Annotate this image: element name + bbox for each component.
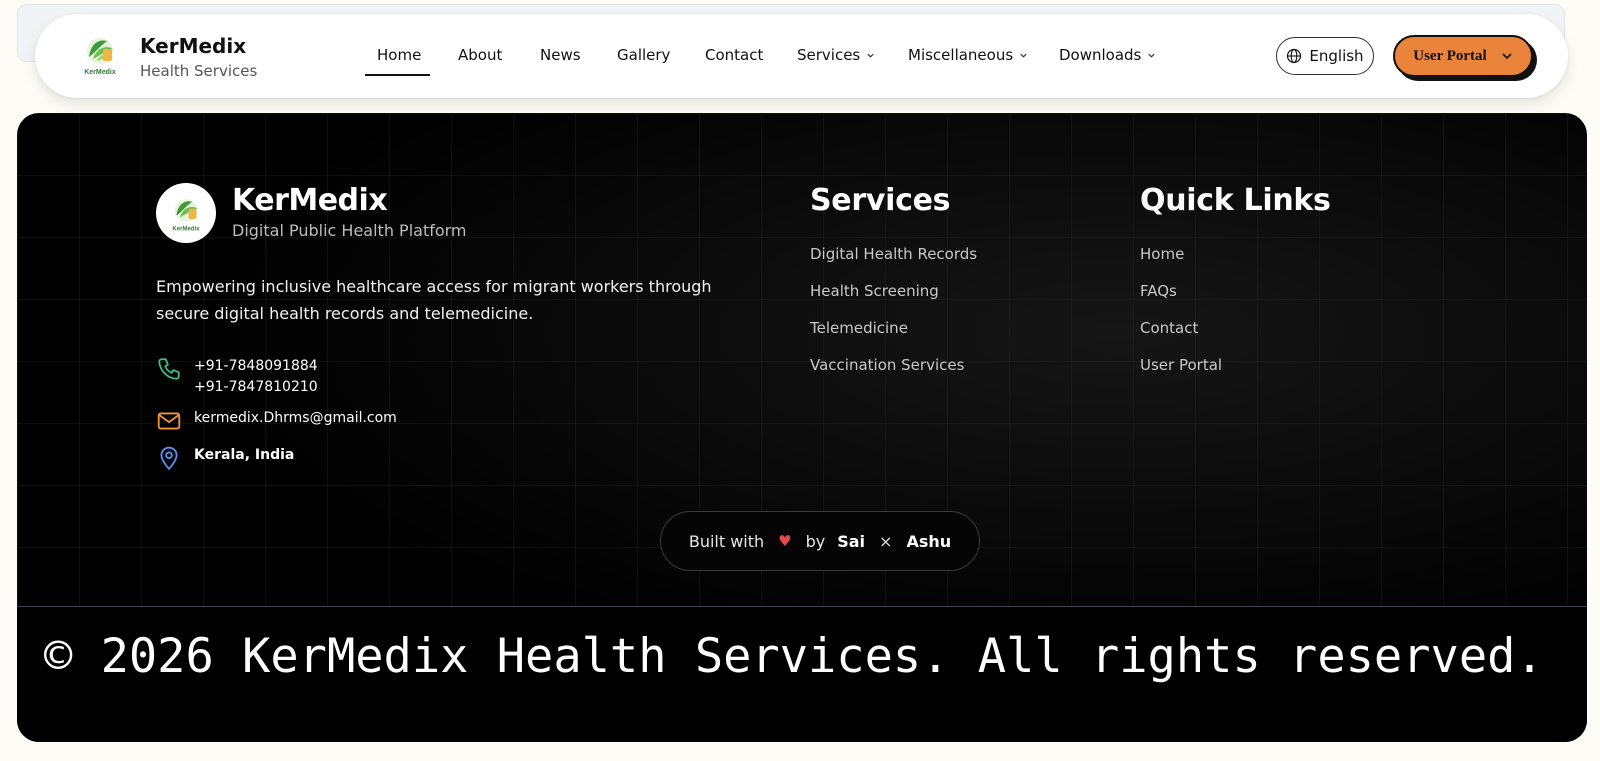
credit-pill: Built with ♥ by Sai × Ashu — [660, 511, 980, 571]
footer-brand-name: KerMedix — [232, 183, 388, 218]
nav-downloads-dropdown[interactable]: Downloads — [1059, 46, 1156, 64]
footer-description: Empowering inclusive healthcare access f… — [156, 277, 712, 323]
location-text: Kerala, India — [194, 447, 295, 463]
quick-links-heading: Quick Links — [1140, 183, 1331, 218]
svg-text:KerMedix: KerMedix — [172, 225, 200, 232]
heart-icon: ♥ — [778, 532, 792, 550]
footer-logo-icon[interactable]: KerMedix — [156, 183, 216, 243]
phone-number-2[interactable]: +91-7847810210 — [194, 377, 318, 398]
chevron-down-icon — [1148, 53, 1156, 58]
nav-services-label: Services — [797, 46, 861, 64]
nav-active-indicator — [365, 74, 430, 76]
quick-link-user-portal[interactable]: User Portal — [1140, 356, 1222, 374]
quick-link-faqs[interactable]: FAQs — [1140, 282, 1177, 300]
globe-icon — [1287, 48, 1302, 64]
credit-by: by — [805, 531, 826, 551]
user-portal-label: User Portal — [1413, 47, 1487, 64]
copyright-text: © 2026 KerMedix Health Services. All rig… — [44, 629, 1544, 684]
contact-email: kermedix.Dhrms@gmail.com — [156, 408, 397, 434]
nav-gallery-label: Gallery — [617, 46, 671, 64]
credit-built-with: Built with — [688, 531, 765, 551]
phone-icon — [158, 358, 180, 380]
nav-contact-label: Contact — [705, 46, 764, 64]
language-label: English — [1309, 47, 1364, 65]
site-footer: KerMedix KerMedix Digital Public Health … — [17, 113, 1587, 742]
nav-contact[interactable]: Contact — [705, 46, 763, 64]
brand-logo-icon[interactable]: KerMedix — [77, 31, 123, 77]
service-link-health-screening[interactable]: Health Screening — [810, 282, 939, 300]
service-link-digital-health-records[interactable]: Digital Health Records — [810, 245, 977, 263]
nav-downloads-label: Downloads — [1059, 46, 1142, 64]
nav-news[interactable]: News — [540, 46, 581, 64]
service-link-telemedicine[interactable]: Telemedicine — [810, 319, 908, 337]
nav-miscellaneous-dropdown[interactable]: Miscellaneous — [908, 46, 1028, 64]
nav-about-label: About — [458, 46, 503, 64]
service-link-vaccination-services[interactable]: Vaccination Services — [810, 356, 964, 374]
nav-gallery[interactable]: Gallery — [617, 46, 670, 64]
credit-separator: × — [879, 531, 893, 551]
credit-author-2: Ashu — [906, 531, 952, 551]
brand-tagline: Health Services — [140, 62, 258, 80]
contact-phone: +91-7848091884 +91-7847810210 — [156, 356, 318, 398]
nav-home-label: Home — [377, 46, 422, 64]
chevron-down-icon — [1502, 53, 1512, 60]
footer-brand-tagline: Digital Public Health Platform — [232, 221, 467, 240]
svg-text:KerMedix: KerMedix — [84, 69, 116, 76]
nav-news-label: News — [540, 46, 581, 64]
nav-home[interactable]: Home — [377, 46, 421, 64]
quick-link-contact[interactable]: Contact — [1140, 319, 1198, 337]
quick-link-home[interactable]: Home — [1140, 245, 1184, 263]
services-heading: Services — [810, 183, 951, 218]
contact-location: Kerala, India — [156, 445, 294, 471]
footer-bottom-bar: © 2026 KerMedix Health Services. All rig… — [17, 607, 1587, 742]
chevron-down-icon — [867, 53, 874, 58]
navbar: KerMedix KerMedix Health Services Home A… — [35, 14, 1568, 98]
phone-number-1[interactable]: +91-7848091884 — [194, 356, 318, 377]
mail-icon — [157, 412, 181, 430]
email-link[interactable]: kermedix.Dhrms@gmail.com — [194, 408, 397, 429]
credit-author-1: Sai — [837, 531, 866, 551]
nav-about[interactable]: About — [458, 46, 502, 64]
location-pin-icon — [160, 446, 178, 471]
nav-miscellaneous-label: Miscellaneous — [908, 46, 1014, 64]
brand-name[interactable]: KerMedix — [140, 34, 246, 58]
chevron-down-icon — [1020, 53, 1027, 58]
nav-services-dropdown[interactable]: Services — [797, 46, 875, 64]
language-button[interactable]: English — [1276, 37, 1374, 75]
user-portal-button[interactable]: User Portal — [1393, 35, 1533, 77]
